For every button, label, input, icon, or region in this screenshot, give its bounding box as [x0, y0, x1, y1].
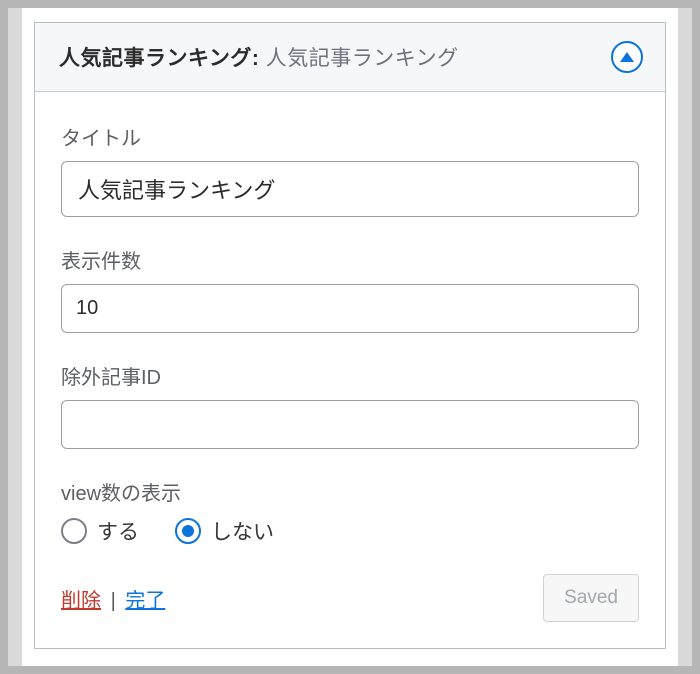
radio-view-yes[interactable]: する [61, 516, 139, 546]
radio-label: する [97, 516, 139, 546]
done-link[interactable]: 完了 [125, 590, 165, 612]
sidebar-gutter-right [678, 8, 692, 666]
label-exclude: 除外記事ID [61, 361, 639, 390]
widget-title-instance: 人気記事ランキング [266, 47, 459, 70]
widget-title-colon: : [252, 47, 266, 70]
widget-panel: 人気記事ランキング: 人気記事ランキング タイトル 表示件数 除外記事ID [34, 22, 666, 649]
widget-header[interactable]: 人気記事ランキング: 人気記事ランキング [35, 23, 665, 92]
widget-title-name: 人気記事ランキング [59, 47, 252, 70]
radio-group-view: する しない [61, 516, 639, 546]
footer-links: 削除 | 完了 [61, 584, 165, 613]
separator: | [111, 590, 116, 612]
sidebar-gutter-left [8, 8, 22, 666]
radio-icon [175, 518, 201, 544]
radio-label: しない [211, 516, 274, 546]
radio-view-no[interactable]: しない [175, 516, 274, 546]
input-title[interactable] [61, 161, 639, 217]
chevron-up-icon [620, 52, 634, 62]
widget-title: 人気記事ランキング: 人気記事ランキング [59, 42, 459, 72]
collapse-toggle[interactable] [611, 41, 643, 73]
input-exclude[interactable] [61, 400, 639, 449]
row-exclude: 除外記事ID [61, 361, 639, 449]
label-view-count: view数の表示 [61, 477, 639, 506]
saved-button: Saved [543, 574, 639, 622]
widget-footer: 削除 | 完了 Saved [61, 574, 639, 622]
widget-body: タイトル 表示件数 除外記事ID view数の表示 する [35, 92, 665, 648]
radio-dot-icon [182, 525, 194, 537]
row-count: 表示件数 [61, 245, 639, 333]
admin-frame: 人気記事ランキング: 人気記事ランキング タイトル 表示件数 除外記事ID [8, 8, 692, 666]
radio-icon [61, 518, 87, 544]
label-title: タイトル [61, 122, 639, 151]
label-count: 表示件数 [61, 245, 639, 274]
delete-link[interactable]: 削除 [61, 590, 101, 612]
input-count[interactable] [61, 284, 639, 333]
row-title: タイトル [61, 122, 639, 217]
row-view-count: view数の表示 する しない [61, 477, 639, 546]
